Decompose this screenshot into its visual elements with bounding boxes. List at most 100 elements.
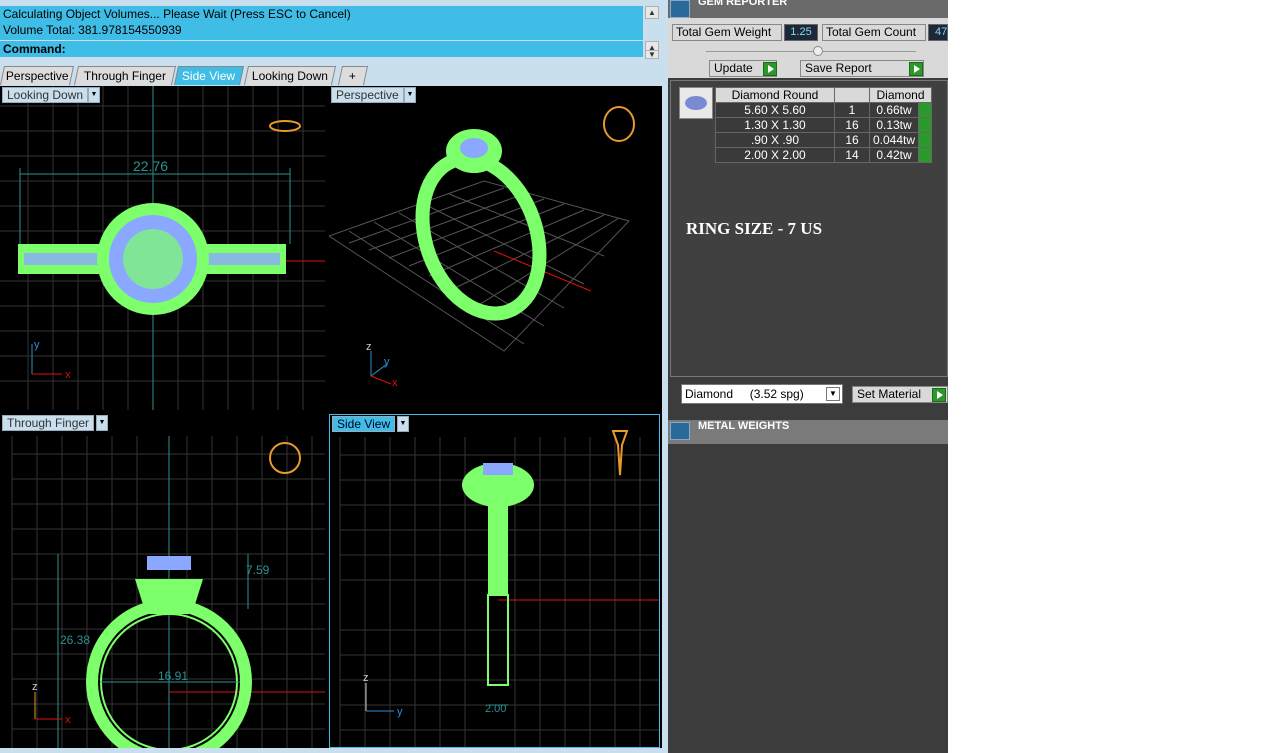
add-tab-button[interactable]: + [337,66,369,85]
save-report-label: Save Report [805,61,872,75]
set-material-go-icon[interactable] [932,388,946,402]
status-output: Calculating Object Volumes... Please Wai… [0,6,643,40]
command-input[interactable]: Command: [0,41,643,57]
column-header: Diamond Round [715,87,835,103]
axis-b-label: x [65,369,71,381]
table-header-row: Diamond Round Diamond [715,87,933,103]
weight-cell: 0.42tw [868,147,920,163]
tab-label: Through Finger [83,69,166,83]
material-bar: Diamond (3.52 spg) ▼ Set Material [668,382,948,406]
side-view-canvas: 2.00 z y [339,430,659,747]
viewport-looking-down[interactable]: Looking Down ▼ 22.76 y x [0,86,325,410]
weight-cell: 0.66tw [868,102,920,118]
dropdown-icon[interactable]: ▼ [404,87,416,103]
dimension-left-label: 26.38 [60,633,90,647]
viewport-tabs: Perspective Through Finger Side View Loo… [0,64,662,86]
total-weight-label: Total Gem Weight [672,24,782,41]
table-row: 5.60 X 5.60 1 0.66tw [715,102,933,118]
gem-table: Diamond Round Diamond 5.60 X 5.60 1 0.66… [715,87,933,163]
tab-side-view[interactable]: Side View [173,66,245,85]
tab-perspective[interactable]: Perspective [0,66,75,85]
center-stone [460,138,488,158]
material-select[interactable]: Diamond (3.52 spg) [681,384,843,404]
dropdown-icon[interactable]: ▼ [96,415,108,431]
viewport-label[interactable]: Looking Down [2,87,89,103]
dimension-label: 2.00 [485,703,506,715]
size-cell: 1.30 X 1.30 [715,117,835,133]
right-panel: GEM REPORTER Total Gem Weight 1.25 Total… [668,0,948,753]
dropdown-icon[interactable]: ▼ [88,87,100,103]
axis-c-line [370,375,392,385]
axis-a-label: z [366,341,372,353]
row-go-icon[interactable] [918,117,933,133]
looking-down-canvas: 22.76 y x [0,86,325,410]
row-go-icon[interactable] [918,102,933,118]
gem-totals-bar: Total Gem Weight 1.25 Total Gem Count 47… [668,18,948,78]
gem-reporter-header: GEM REPORTER [668,0,948,18]
axis-b-label: y [384,356,390,368]
command-area: Calculating Object Volumes... Please Wai… [0,0,662,60]
center-stone [123,229,183,289]
dimension-label: 22.76 [133,158,168,174]
ring-size-note: RING SIZE - 7 US [686,219,823,238]
save-report-button[interactable]: Save Report [800,60,924,77]
size-cell: 2.00 X 2.00 [715,147,835,163]
axis-c-label: x [392,377,398,389]
tab-label: Looking Down [251,69,328,83]
tab-looking-down[interactable]: Looking Down [243,66,337,85]
count-cell: 14 [834,147,870,163]
dimension-right-label: 7.59 [246,563,270,577]
table-row: 1.30 X 1.30 16 0.13tw [715,117,933,133]
viewport-grid: Looking Down ▼ 22.76 y x Perspective ▼ z… [0,86,662,748]
count-cell: 16 [834,117,870,133]
tab-label: Perspective [5,69,69,83]
slider-handle[interactable] [813,46,823,56]
center-stone [483,463,513,475]
tab-through-finger[interactable]: Through Finger [73,66,177,85]
row-go-icon[interactable] [918,147,933,163]
column-header: Diamond [868,87,933,103]
viewport-label[interactable]: Through Finger [2,415,95,431]
gem-reporter-icon [670,0,690,18]
status-line-2: Volume Total: 381.978154550939 [3,23,182,37]
chevron-down-icon[interactable]: ▼ [826,387,840,401]
weight-cell: 0.044tw [868,132,920,148]
scroll-up-icon[interactable]: ▲ [645,6,659,19]
save-report-go-icon[interactable] [909,62,923,76]
through-finger-canvas: 16.91 26.38 7.59 z x [11,436,325,748]
axis-a-label: y [34,339,40,351]
update-go-icon[interactable] [763,62,777,76]
ring-head [135,579,203,614]
row-go-icon[interactable] [918,132,933,148]
gem-report-area: Diamond Round Diamond 5.60 X 5.60 1 0.66… [670,80,948,377]
dropdown-icon[interactable]: ▼ [397,416,409,432]
viewport-through-finger[interactable]: Through Finger ▼ 16.91 26.38 7.59 z x [0,414,325,748]
scroll-down-icon[interactable]: ▼ [645,50,659,59]
size-cell: .90 X .90 [715,132,835,148]
dimension-inner-label: 16.91 [158,669,188,683]
axis-a-label: z [363,672,369,684]
tab-label: Side View [182,69,236,83]
status-line-1: Calculating Object Volumes... Please Wai… [3,7,351,21]
perspective-canvas: z y x [329,106,635,389]
diamond-shape [685,96,707,110]
diamond-icon [679,87,713,119]
table-row: .90 X .90 16 0.044tw [715,132,933,148]
gem-reporter-title: GEM REPORTER [698,0,788,8]
table-row: 2.00 X 2.00 14 0.42tw [715,147,933,163]
viewport-label[interactable]: Side View [332,416,396,432]
shank-lower [487,594,509,686]
shank-upper [488,505,508,595]
slider-track [706,51,916,52]
viewport-side-view[interactable]: Side View ▼ 2.00 z y [329,414,660,748]
total-weight-value: 1.25 [784,24,818,41]
orientation-ring-icon [603,106,635,142]
total-count-value: 47 [928,24,948,41]
count-cell: 16 [834,132,870,148]
size-cell: 5.60 X 5.60 [715,102,835,118]
viewport-perspective[interactable]: Perspective ▼ z y x [329,86,660,410]
orientation-ring-icon [269,442,301,474]
total-count-label: Total Gem Count [822,24,926,41]
viewport-label[interactable]: Perspective [331,87,404,103]
perspective-grid [329,180,630,352]
